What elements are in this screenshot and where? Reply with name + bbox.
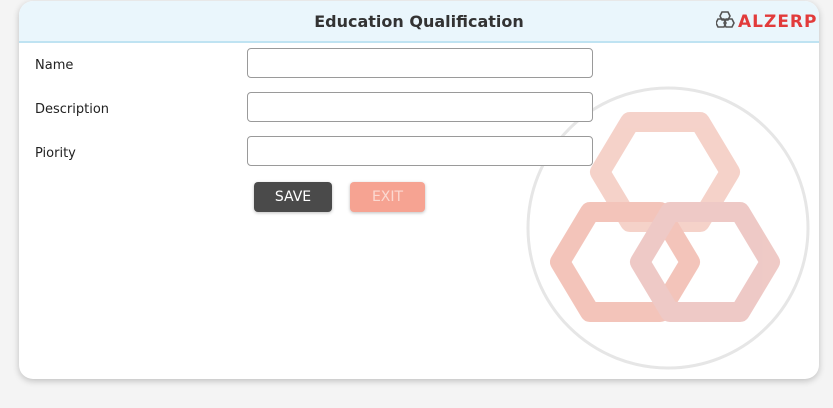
priority-input[interactable] (247, 136, 593, 166)
alzerp-logo-icon (716, 11, 735, 28)
education-qualification-card: Education Qualification ALZERP Name Desc… (19, 1, 819, 379)
description-label: Description (35, 102, 110, 117)
description-input[interactable] (247, 92, 593, 122)
name-label: Name (35, 58, 74, 73)
priority-label: Piority (35, 146, 76, 161)
exit-button[interactable]: EXIT (350, 182, 425, 212)
name-input[interactable] (247, 48, 593, 78)
alzerp-watermark-icon (525, 85, 811, 375)
brand-text: ALZERP (738, 12, 817, 30)
alzerp-logo: ALZERP (716, 10, 819, 30)
page-title: Education Qualification (314, 12, 524, 31)
header-bar: Education Qualification ALZERP (19, 1, 819, 43)
save-button[interactable]: SAVE (254, 182, 332, 212)
